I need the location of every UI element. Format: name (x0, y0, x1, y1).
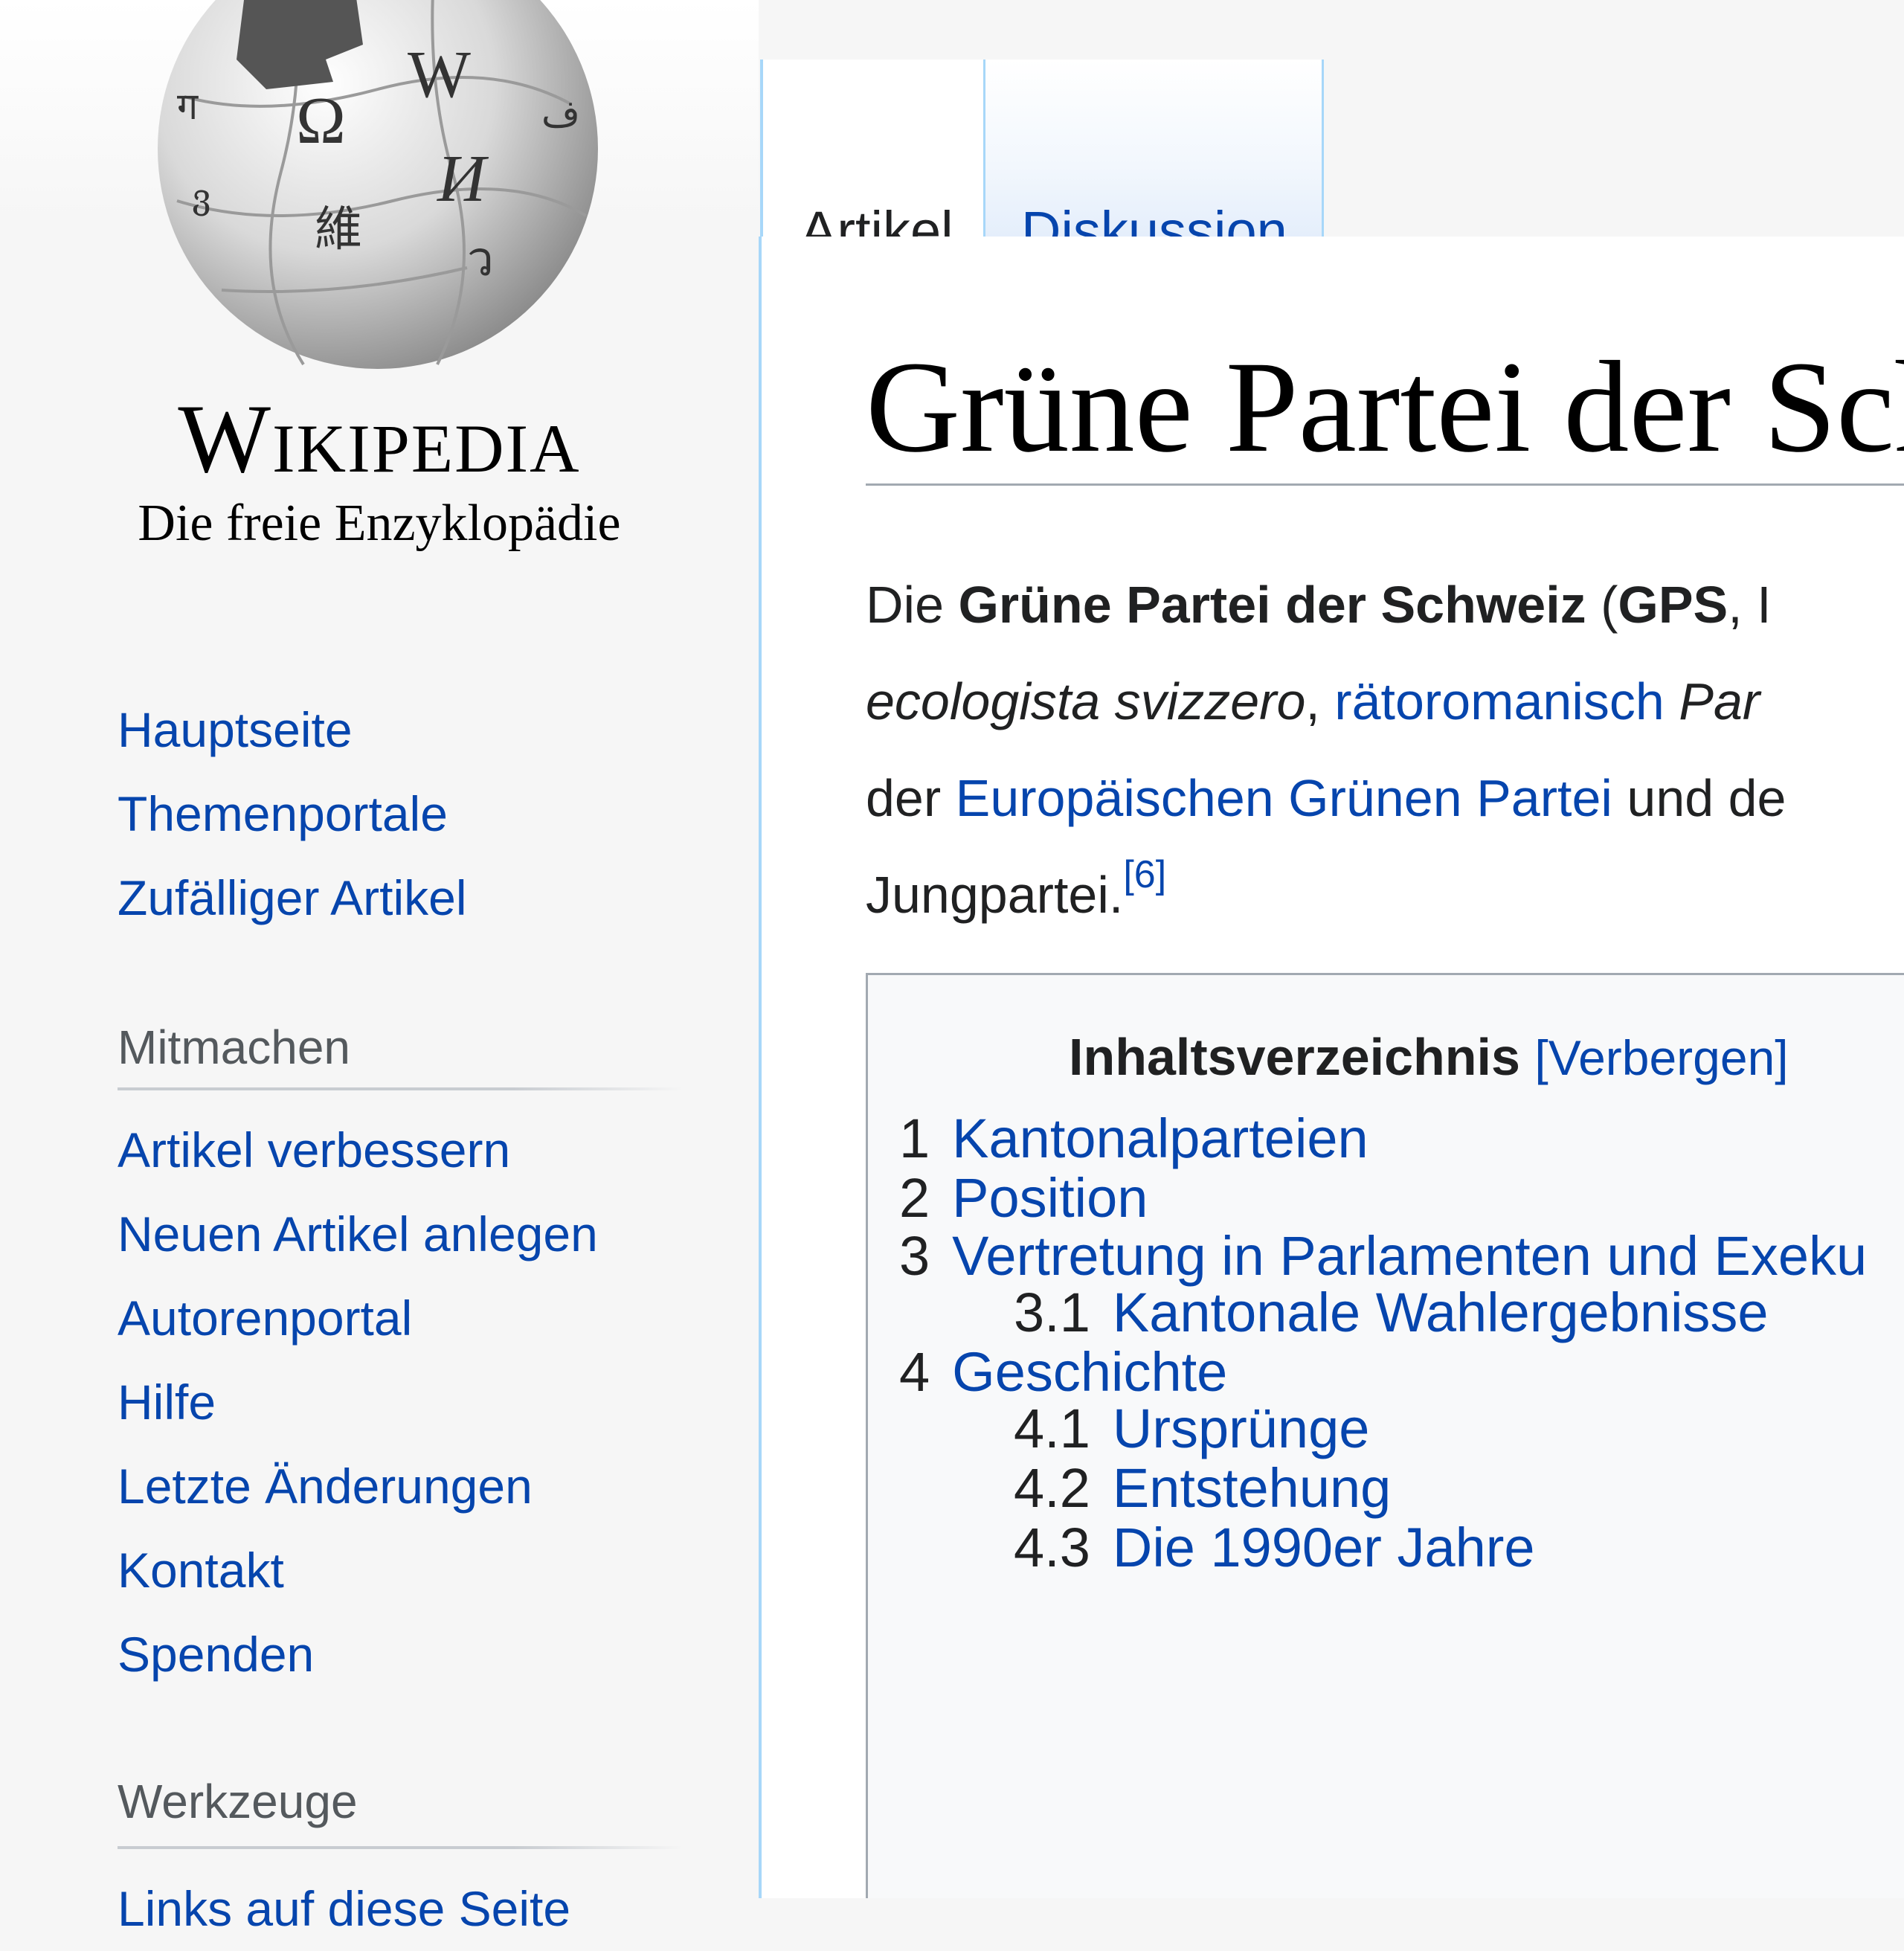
intro-line: Jungpartei.[6] (866, 853, 1166, 933)
toc-link[interactable]: Ursprünge (1113, 1398, 1370, 1459)
toc-number: 4.2 (1014, 1457, 1090, 1519)
svg-text:W: W (408, 38, 471, 112)
intro-text: Die (866, 576, 959, 634)
toc-link[interactable]: Kantonale Wahlergebnisse (1113, 1282, 1769, 1343)
toc-toggle-button[interactable]: [Verbergen] (1534, 1030, 1788, 1085)
intro-text: ( (1586, 576, 1618, 634)
tab-diskussion[interactable]: Diskussion (983, 60, 1324, 262)
title-divider (866, 483, 1904, 486)
nav-link-letzte-aenderungen[interactable]: Letzte Änderungen (118, 1459, 533, 1514)
svg-text:ग: ग (177, 86, 199, 127)
intro-bold-abbrev: GPS (1618, 576, 1728, 634)
intro-text: , (1305, 672, 1335, 730)
nav-link-neuen-artikel-anlegen[interactable]: Neuen Artikel anlegen (118, 1206, 598, 1261)
svg-text:ف: ف (541, 93, 580, 135)
nav-link-zufaelliger-artikel[interactable]: Zufälliger Artikel (118, 870, 467, 925)
toc-number: 3.1 (1014, 1282, 1090, 1343)
reference-link[interactable]: [6] (1123, 853, 1166, 896)
toc-number: 4.3 (1014, 1517, 1090, 1578)
main-navigation: Hauptseite Themenportale Zufälliger Arti… (118, 688, 467, 940)
toc-number: 4 (899, 1341, 930, 1403)
table-of-contents: Inhaltsverzeichnis [Verbergen] 1 Kantonal… (866, 973, 1904, 1898)
intro-line: ecologista svizzero, rätoromanisch Par (866, 668, 1760, 735)
intro-italic-name: ecologista svizzero (866, 672, 1306, 730)
svg-text:維: 維 (315, 203, 362, 256)
svg-text:ვ: ვ (192, 178, 211, 216)
svg-text:Ω: Ω (296, 84, 346, 158)
toc-link[interactable]: Entstehung (1113, 1457, 1391, 1519)
mitmachen-navigation: Artikel verbessern Neuen Artikel anlegen… (118, 1108, 598, 1697)
intro-line: der Europäischen Grünen Partei und de (866, 765, 1786, 832)
toc-title: Inhaltsverzeichnis [Verbergen] (1069, 1020, 1789, 1095)
toc-item[interactable]: 4.3 Die 1990er Jahre (1014, 1511, 1535, 1585)
portal-divider (118, 1846, 683, 1849)
link-europaeische-gruene-partei[interactable]: Europäischen Grünen Partei (956, 769, 1612, 827)
nav-link-hilfe[interactable]: Hilfe (118, 1375, 216, 1430)
tab-artikel[interactable]: Artikel (760, 60, 983, 262)
wordmark-tagline: Die freie Enzyklopädie (138, 495, 621, 552)
portal-heading-mitmachen: Mitmachen (118, 1021, 350, 1074)
article-content: Grüne Partei der Schweiz Die Grüne Parte… (759, 237, 1904, 1898)
svg-text:И: И (436, 142, 489, 216)
page-title: Grüne Partei der Schweiz (866, 335, 1904, 480)
toc-link[interactable]: Kantonalparteien (952, 1108, 1368, 1169)
nav-link-spenden[interactable]: Spenden (118, 1627, 314, 1682)
nav-link-hauptseite[interactable]: Hauptseite (118, 702, 353, 757)
intro-text: Jungpartei. (866, 866, 1124, 924)
intro-text: der (866, 769, 956, 827)
nav-link-artikel-verbessern[interactable]: Artikel verbessern (118, 1122, 510, 1177)
nav-link-autorenportal[interactable]: Autorenportal (118, 1291, 412, 1346)
intro-bold-name: Grüne Partei der Schweiz (958, 576, 1586, 634)
intro-line: Die Grüne Partei der Schweiz (GPS, I (866, 571, 1772, 638)
sidebar: W Ω И 維 ว ग ف ვ ウィ Wikipedia Die freie E… (0, 0, 759, 1936)
toc-number: 3 (899, 1225, 930, 1287)
nav-link-kontakt[interactable]: Kontakt (118, 1543, 284, 1598)
intro-italic-name: Par (1664, 672, 1760, 730)
link-raetoromanisch[interactable]: rätoromanisch (1334, 672, 1665, 730)
wordmark-title: Wikipedia (178, 384, 581, 493)
portal-heading-werkzeuge: Werkzeuge (118, 1775, 358, 1828)
nav-link-links-auf-diese-seite[interactable]: Links auf diese Seite (118, 1867, 570, 1951)
wikipedia-globe-icon: W Ω И 維 ว ग ف ვ ウィ (158, 0, 598, 369)
toc-number: 1 (899, 1108, 930, 1169)
portal-divider (118, 1087, 683, 1090)
svg-text:ว: ว (467, 233, 494, 286)
intro-text: , I (1728, 576, 1772, 634)
toc-heading: Inhaltsverzeichnis (1069, 1028, 1520, 1086)
toc-number: 4.1 (1014, 1398, 1090, 1459)
intro-text: und de (1612, 769, 1786, 827)
nav-link-themenportale[interactable]: Themenportale (118, 786, 448, 841)
toc-link[interactable]: Die 1990er Jahre (1113, 1517, 1535, 1578)
wikipedia-wordmark: Wikipedia Die freie Enzyklopädie (119, 387, 640, 553)
